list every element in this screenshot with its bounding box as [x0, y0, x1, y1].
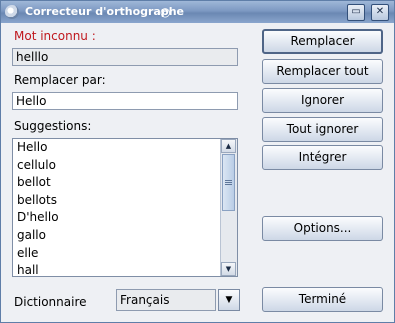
scroll-up-arrow-icon[interactable]: ▲	[221, 139, 236, 153]
thumb-grip	[225, 182, 232, 183]
dictionary-selected-value[interactable]: Français	[116, 289, 216, 311]
suggestions-label: Suggestions:	[14, 119, 92, 133]
replace-button[interactable]: Remplacer	[262, 29, 383, 54]
close-button[interactable]: ✕	[371, 4, 389, 21]
unknown-word-label: Mot inconnu :	[14, 29, 96, 43]
list-item[interactable]: cellulo	[13, 157, 221, 175]
dictionary-label: Dictionnaire	[14, 295, 87, 309]
ignore-all-button[interactable]: Tout ignorer	[262, 117, 383, 142]
scroll-down-arrow-icon[interactable]: ▼	[221, 262, 236, 276]
unknown-word-field: helllo	[12, 48, 238, 66]
list-item[interactable]: bellots	[13, 192, 221, 210]
list-item[interactable]: D'hello	[13, 209, 221, 227]
ignore-button[interactable]: Ignorer	[262, 88, 383, 113]
title-bar[interactable]: Correcteur d'orthographe ◎ ▭ ✕	[1, 1, 394, 23]
spellcheck-dialog: Correcteur d'orthographe ◎ ▭ ✕ Mot incon…	[0, 0, 395, 323]
minimize-button[interactable]: ▭	[347, 4, 365, 21]
replace-with-input[interactable]: Hello	[12, 92, 238, 110]
thumb-grip	[225, 184, 232, 185]
dictionary-select[interactable]: Français ▼	[116, 289, 240, 311]
suggestions-items: Hello cellulo bellot bellots D'hello gal…	[13, 139, 221, 280]
list-item[interactable]: Hello	[13, 139, 221, 157]
suggestions-scrollbar[interactable]: ▲ ▼	[220, 139, 237, 276]
dropdown-arrow-icon[interactable]: ▼	[218, 289, 240, 311]
list-item[interactable]: hall	[13, 262, 221, 280]
list-item[interactable]: bellot	[13, 174, 221, 192]
app-icon	[5, 5, 19, 19]
list-item[interactable]: elle	[13, 245, 221, 263]
thumb-grip	[225, 180, 232, 181]
list-item[interactable]: gallo	[13, 227, 221, 245]
done-button[interactable]: Terminé	[262, 287, 383, 312]
replace-with-label: Remplacer par:	[14, 73, 106, 87]
options-button[interactable]: Options...	[262, 216, 383, 241]
replace-all-button[interactable]: Remplacer tout	[262, 59, 383, 84]
suggestions-list[interactable]: Hello cellulo bellot bellots D'hello gal…	[12, 138, 238, 277]
add-to-dictionary-button[interactable]: Intégrer	[262, 145, 383, 170]
title-decoration-icon: ◎	[160, 5, 171, 19]
scrollbar-thumb[interactable]	[222, 154, 235, 211]
